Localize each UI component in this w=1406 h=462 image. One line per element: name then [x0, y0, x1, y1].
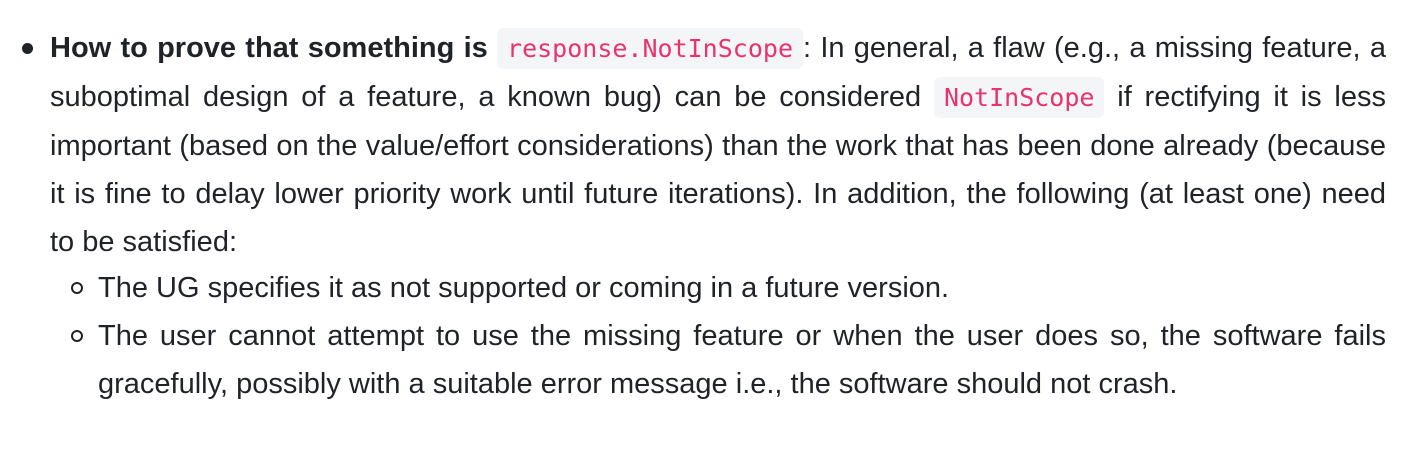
- document-body: How to prove that something is response.…: [0, 0, 1406, 462]
- item-heading: How to prove that something is: [50, 32, 488, 64]
- sub-list-bullet: [71, 330, 83, 342]
- sub-list-item: The UG specifies it as not supported or …: [98, 272, 950, 304]
- list-item: How to prove that something is response.…: [50, 24, 1386, 266]
- list-bullet: [22, 43, 33, 54]
- inline-code-response-notinscope: response.NotInScope: [497, 28, 803, 69]
- item-colon: :: [803, 32, 812, 64]
- sub-list-item: The user cannot attempt to use the missi…: [98, 320, 1386, 400]
- sub-list-bullet: [71, 282, 83, 294]
- inline-code-notinscope: NotInScope: [933, 77, 1105, 118]
